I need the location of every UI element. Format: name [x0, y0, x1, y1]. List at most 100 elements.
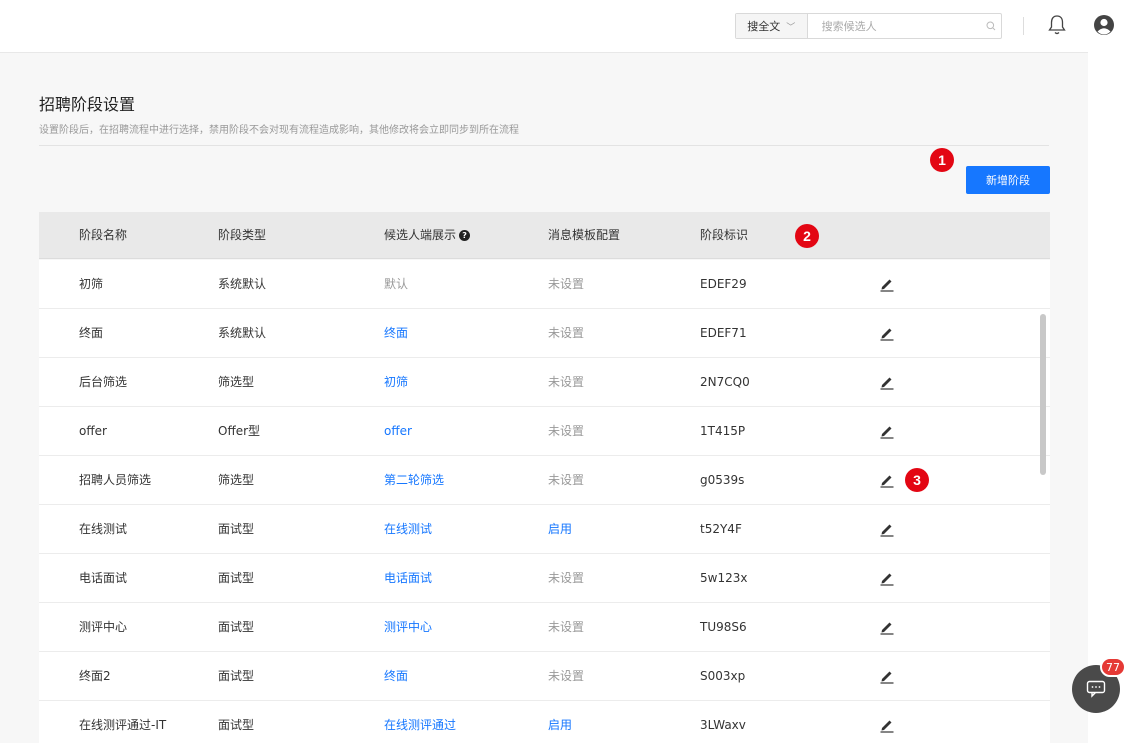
chat-unread-badge: 77 — [1100, 657, 1126, 677]
cell-display[interactable]: offer — [384, 407, 412, 455]
search-icon[interactable] — [981, 14, 1001, 38]
add-stage-button[interactable]: 新增阶段 — [966, 166, 1050, 194]
edit-pencil-icon[interactable] — [879, 570, 895, 586]
cell-code: g0539s — [700, 473, 745, 487]
edit-pencil-icon[interactable] — [879, 276, 895, 292]
page-title: 招聘阶段设置 — [39, 95, 136, 114]
column-header-display: 候选人端展示? — [384, 212, 471, 259]
edit-pencil-icon[interactable] — [879, 423, 895, 439]
cell-display[interactable]: 在线测试 — [384, 505, 432, 553]
table-row: 后台筛选 筛选型 初筛 未设置 2N7CQ0 — [39, 358, 1050, 407]
cell-name: offer — [79, 424, 107, 438]
cell-type: 面试型 — [218, 571, 255, 585]
cell-type: 筛选型 — [218, 375, 255, 389]
cell-display: 默认 — [384, 277, 409, 291]
cell-name: 在线测评通过-IT — [79, 718, 167, 732]
cell-type: 面试型 — [218, 620, 255, 634]
cell-name: 初筛 — [79, 277, 104, 291]
cell-template: 未设置 — [548, 424, 585, 438]
user-avatar-icon[interactable] — [1093, 14, 1115, 36]
cell-type: 系统默认 — [218, 326, 267, 340]
cell-display[interactable]: 在线测评通过 — [384, 701, 456, 744]
cell-code: 5w123x — [700, 571, 748, 585]
callout-badge-3: 3 — [905, 468, 929, 492]
table-row: 测评中心 面试型 测评中心 未设置 TU98S6 — [39, 603, 1050, 652]
cell-template: 未设置 — [548, 326, 585, 340]
cell-display[interactable]: 初筛 — [384, 358, 408, 406]
cell-template: 未设置 — [548, 669, 585, 683]
cell-name: 招聘人员筛选 — [79, 473, 152, 487]
table-row: 招聘人员筛选 筛选型 第二轮筛选 未设置 g0539s 3 — [39, 456, 1050, 505]
cell-template: 未设置 — [548, 277, 585, 291]
table-row: 在线测评通过-IT 面试型 在线测评通过 启用 3LWaxv — [39, 701, 1050, 744]
edit-pencil-icon[interactable] — [879, 619, 895, 635]
table-row: 终面 系统默认 终面 未设置 EDEF71 — [39, 309, 1050, 358]
table-row: 终面2 面试型 终面 未设置 S003xp — [39, 652, 1050, 701]
column-header-display-label: 候选人端展示 — [384, 228, 457, 242]
column-header-code: 阶段标识 — [700, 228, 749, 242]
cell-code: EDEF71 — [700, 326, 747, 340]
cell-type: 筛选型 — [218, 473, 255, 487]
callout-badge-1: 1 — [930, 148, 954, 172]
toolbar-divider — [1023, 17, 1024, 35]
cell-code: 1T415P — [700, 424, 746, 438]
table-header: 阶段名称 阶段类型 候选人端展示? 消息模板配置 阶段标识 2 — [39, 212, 1050, 259]
table-row: offer Offer型 offer 未设置 1T415P — [39, 407, 1050, 456]
cell-display[interactable]: 测评中心 — [384, 603, 432, 651]
bell-icon[interactable] — [1046, 13, 1068, 37]
cell-name: 终面2 — [79, 669, 111, 683]
cell-type: 面试型 — [218, 669, 255, 683]
cell-code: S003xp — [700, 669, 746, 683]
cell-name: 终面 — [79, 326, 104, 340]
cell-template: 未设置 — [548, 571, 585, 585]
callout-badge-2: 2 — [795, 224, 819, 248]
cell-code: t52Y4F — [700, 522, 742, 536]
chevron-down-icon: ﹀ — [786, 22, 796, 33]
cell-display[interactable]: 第二轮筛选 — [384, 456, 444, 504]
main-content: 招聘阶段设置 设置阶段后，在招聘流程中进行选择，禁用阶段不会对现有流程造成影响，… — [0, 52, 1088, 744]
column-header-type: 阶段类型 — [218, 228, 267, 242]
cell-type: 系统默认 — [218, 277, 267, 291]
column-header-name: 阶段名称 — [79, 228, 128, 242]
stage-table-body: 初筛 系统默认 默认 未设置 EDEF29 终面 系统默认 终面 未设置 EDEF71 后台筛选 筛选… — [39, 260, 1050, 744]
cell-name: 测评中心 — [79, 620, 128, 634]
cell-code: EDEF29 — [700, 277, 747, 291]
edit-pencil-icon[interactable] — [879, 472, 895, 488]
table-row: 在线测试 面试型 在线测试 启用 t52Y4F — [39, 505, 1050, 554]
scrollbar-thumb[interactable] — [1040, 314, 1046, 475]
cell-template: 未设置 — [548, 473, 585, 487]
edit-pencil-icon[interactable] — [879, 717, 895, 733]
edit-pencil-icon[interactable] — [879, 668, 895, 684]
cell-code: 3LWaxv — [700, 718, 746, 732]
table-row: 初筛 系统默认 默认 未设置 EDEF29 — [39, 260, 1050, 309]
cell-template[interactable]: 启用 — [548, 701, 572, 744]
cell-type: 面试型 — [218, 718, 255, 732]
cell-display[interactable]: 终面 — [384, 652, 408, 700]
cell-display[interactable]: 终面 — [384, 309, 408, 357]
search-scope-label: 搜全文 — [747, 20, 781, 33]
cell-display[interactable]: 电话面试 — [384, 554, 432, 602]
table-row: 电话面试 面试型 电话面试 未设置 5w123x — [39, 554, 1050, 603]
cell-name: 在线测试 — [79, 522, 128, 536]
column-header-template: 消息模板配置 — [548, 228, 621, 242]
header-divider — [39, 145, 1049, 146]
cell-template: 未设置 — [548, 620, 585, 634]
edit-pencil-icon[interactable] — [879, 374, 895, 390]
page-description: 设置阶段后，在招聘流程中进行选择，禁用阶段不会对现有流程造成影响，其他修改将会立… — [39, 125, 519, 136]
help-icon[interactable]: ? — [459, 230, 471, 241]
cell-name: 电话面试 — [79, 571, 128, 585]
edit-pencil-icon[interactable] — [879, 521, 895, 537]
cell-type: 面试型 — [218, 522, 255, 536]
cell-template[interactable]: 启用 — [548, 505, 572, 553]
edit-pencil-icon[interactable] — [879, 325, 895, 341]
search-group: 搜全文 ﹀ — [735, 13, 1002, 39]
cell-name: 后台筛选 — [79, 375, 128, 389]
cell-code: 2N7CQ0 — [700, 375, 750, 389]
search-input[interactable] — [807, 14, 981, 38]
cell-template: 未设置 — [548, 375, 585, 389]
cell-type: Offer型 — [218, 424, 261, 438]
top-bar: 搜全文 ﹀ — [0, 0, 1126, 50]
cell-code: TU98S6 — [700, 620, 747, 634]
chat-icon — [1086, 680, 1106, 698]
search-scope-select[interactable]: 搜全文 ﹀ — [736, 14, 808, 38]
